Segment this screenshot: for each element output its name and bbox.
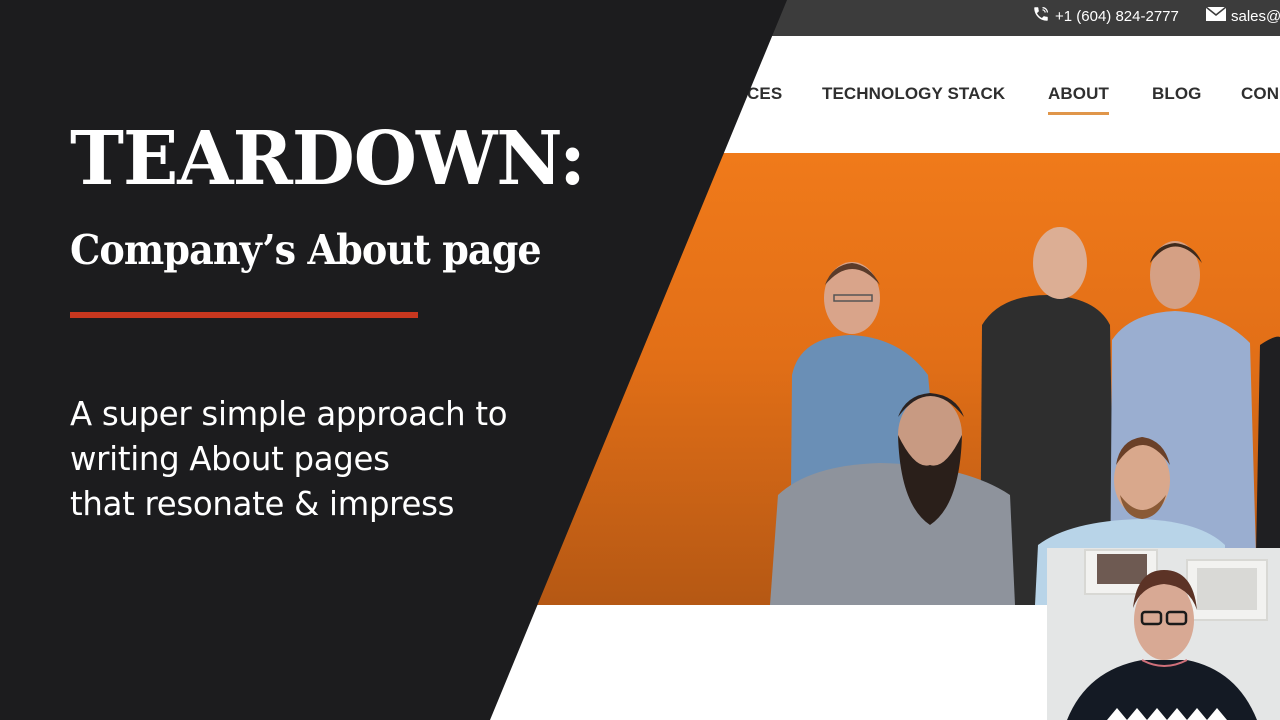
nav-item-blog[interactable]: BLOG <box>1152 84 1202 104</box>
tagline-line: A super simple approach to <box>70 394 508 433</box>
tagline-line: writing About pages <box>70 439 390 478</box>
overlay-title: TEARDOWN: <box>70 116 586 202</box>
webcam-feed <box>1047 548 1280 720</box>
phone-icon <box>1032 5 1055 27</box>
email-contact[interactable]: sales@ <box>1205 0 1280 32</box>
presenter-webcam <box>1047 548 1280 720</box>
overlay-tagline: A super simple approach to writing About… <box>70 391 508 526</box>
phone-number: +1 (604) 824-2777 <box>1055 7 1179 25</box>
envelope-icon <box>1205 6 1231 25</box>
email-address: sales@ <box>1231 7 1280 25</box>
tagline-line: that resonate & impress <box>70 484 455 523</box>
overlay-subtitle: Company’s About page <box>70 226 542 274</box>
nav-item-contact[interactable]: CON <box>1241 84 1279 104</box>
accent-divider <box>70 312 418 318</box>
nav-item-about[interactable]: ABOUT <box>1048 84 1109 115</box>
nav-item-technology-stack[interactable]: TECHNOLOGY STACK <box>822 84 1005 104</box>
nav-item-services[interactable]: CES <box>747 84 782 104</box>
person-edge-right <box>1256 336 1280 555</box>
phone-contact[interactable]: +1 (604) 824-2777 <box>1032 0 1179 32</box>
